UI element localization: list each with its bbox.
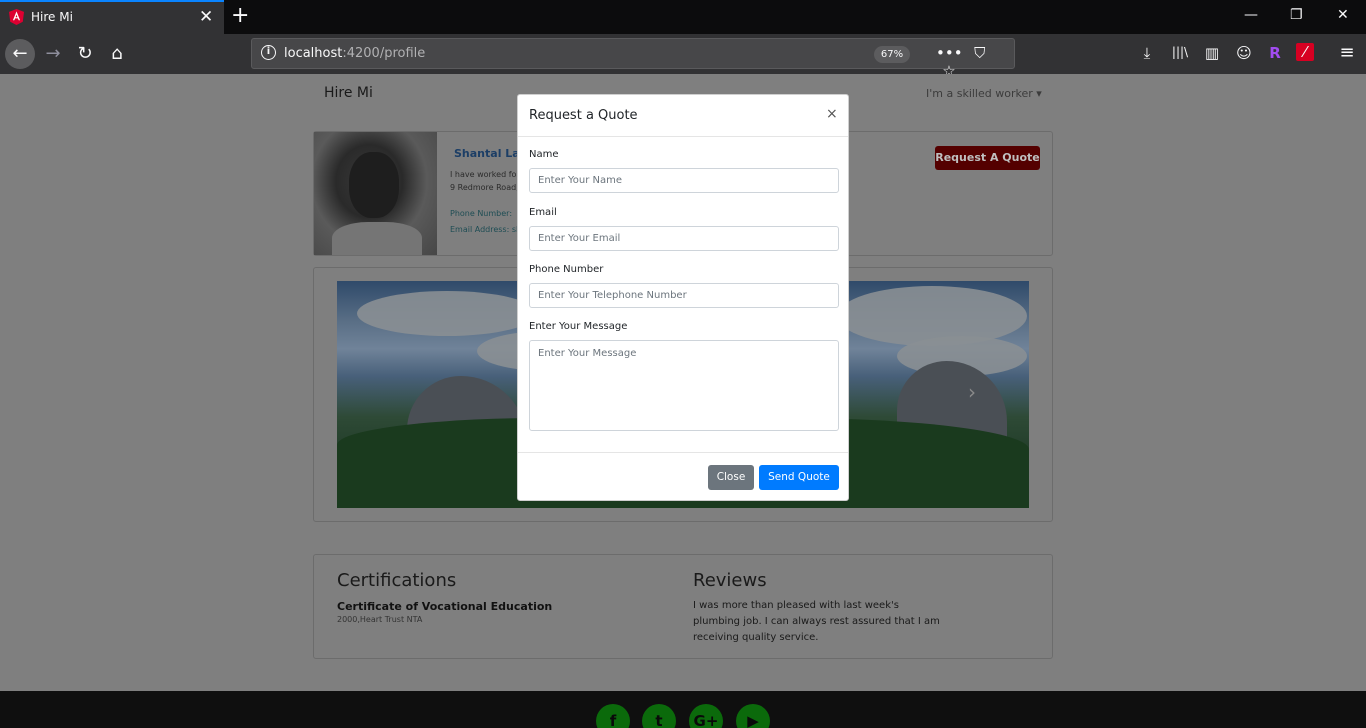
certificate-subtitle: 2000,Heart Trust NTA — [337, 615, 423, 624]
minimize-icon[interactable]: — — [1244, 7, 1258, 23]
footer: f t G+ ▶ — [0, 691, 1366, 728]
pocket-icon[interactable]: ⛉ — [967, 44, 993, 62]
info-icon[interactable]: i — [261, 45, 276, 60]
tab-bar: Hire Mi ✕ + — ❐ ✕ — [0, 0, 1366, 34]
close-button[interactable]: Close — [708, 465, 754, 490]
window-close-icon[interactable]: ✕ — [1337, 7, 1349, 23]
google-plus-icon[interactable]: G+ — [689, 704, 723, 728]
name-input[interactable] — [529, 168, 839, 193]
modal-close-icon[interactable]: × — [826, 106, 838, 122]
certificate-title: Certificate of Vocational Education — [337, 600, 553, 613]
restore-icon[interactable]: ❐ — [1290, 7, 1303, 23]
site-brand[interactable]: Hire Mi — [324, 85, 373, 101]
review-text: I was more than pleased with last week's… — [693, 600, 940, 643]
modal-title: Request a Quote — [529, 108, 638, 123]
carousel-next-icon[interactable]: › — [968, 380, 976, 404]
angular-icon — [9, 9, 24, 25]
url-bar[interactable]: i localhost:4200/profile 67% ••• ⛉ ☆ — [251, 38, 1015, 80]
extension-red-icon[interactable]: ⁄ — [1296, 43, 1314, 61]
profile-photo — [314, 132, 437, 255]
info-card: Certifications Certificate of Vocational… — [313, 554, 1053, 659]
download-icon[interactable]: ⤓ — [1136, 44, 1158, 62]
back-icon[interactable]: ← — [5, 39, 35, 69]
modal-header: Request a Quote × — [518, 95, 848, 137]
profile-contact: Phone Number: Email Address: sl — [450, 209, 519, 234]
browser-toolbar: ← → ↻ ⌂ i localhost:4200/profile 67% •••… — [0, 34, 1366, 80]
phone-label: Phone Number — [529, 264, 604, 275]
send-quote-button[interactable]: Send Quote — [759, 465, 839, 490]
zoom-level-badge[interactable]: 67% — [874, 46, 910, 63]
message-label: Enter Your Message — [529, 321, 628, 332]
tab-title: Hire Mi — [31, 10, 73, 24]
modal-footer: Close Send Quote — [518, 452, 848, 500]
skilled-worker-dropdown[interactable]: I'm a skilled worker ▾ — [926, 87, 1042, 100]
caret-down-icon: ▾ — [1036, 87, 1042, 100]
request-quote-modal: Request a Quote × Name Email Phone Numbe… — [517, 94, 849, 501]
reviews-heading: Reviews — [693, 570, 767, 591]
extension-r-icon[interactable]: R — [1264, 44, 1286, 62]
page-actions-icon[interactable]: ••• — [936, 44, 963, 62]
new-tab-icon[interactable]: + — [231, 4, 249, 28]
request-quote-button[interactable]: Request A Quote — [935, 146, 1040, 170]
email-input[interactable] — [529, 226, 839, 251]
url-text[interactable]: localhost:4200/profile — [284, 46, 425, 61]
forward-icon[interactable]: → — [38, 39, 68, 69]
name-label: Name — [529, 149, 559, 160]
sidebar-icon[interactable]: ▥ — [1201, 44, 1223, 62]
email-label: Email — [529, 207, 557, 218]
youtube-icon[interactable]: ▶ — [736, 704, 770, 728]
facebook-icon[interactable]: f — [596, 704, 630, 728]
message-textarea[interactable] — [529, 340, 839, 431]
browser-tab-active[interactable]: Hire Mi ✕ — [0, 0, 224, 34]
twitter-icon[interactable]: t — [642, 704, 676, 728]
phone-input[interactable] — [529, 283, 839, 308]
reload-icon[interactable]: ↻ — [70, 39, 100, 69]
home-icon[interactable]: ⌂ — [102, 39, 132, 69]
tab-close-icon[interactable]: ✕ — [199, 7, 213, 27]
certifications-heading: Certifications — [337, 570, 457, 591]
menu-icon[interactable]: ≡ — [1336, 42, 1358, 63]
library-icon[interactable]: |||\ — [1169, 45, 1191, 59]
account-icon[interactable]: ☺ — [1233, 44, 1255, 62]
profile-bio: I have worked for 9 Redmore Road, — [450, 170, 520, 192]
